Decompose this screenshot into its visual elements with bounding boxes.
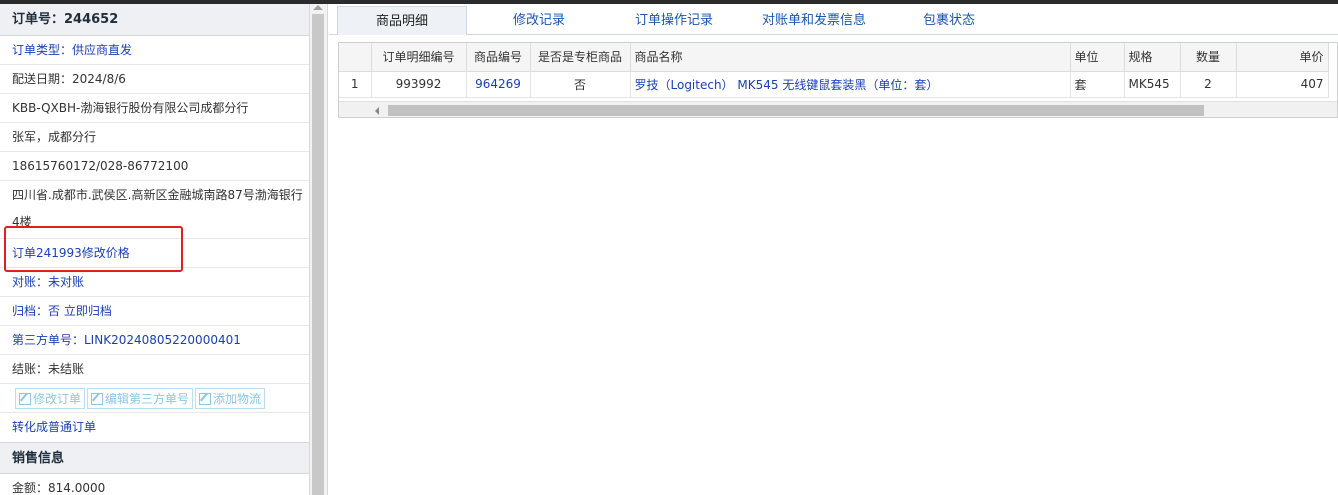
order-type: 订单类型：供应商直发 — [0, 36, 309, 65]
panel-scrollbar[interactable] — [310, 4, 328, 495]
col-header-product-id[interactable]: 商品编号 — [466, 43, 531, 72]
tab-bar: 商品明细 修改记录 订单操作记录 对账单和发票信息 包裹状态 — [329, 4, 1338, 35]
third-party-order-number: 第三方单号：LINK20240805220000401 — [0, 326, 309, 355]
edit-icon — [199, 392, 212, 405]
scroll-left-arrow-icon[interactable] — [375, 107, 379, 115]
col-header-unit-price[interactable]: 单价 — [1236, 43, 1329, 72]
detail-id-cell: 993992 — [371, 71, 467, 98]
order-info-panel: 订单号：244652 订单类型：供应商直发 配送日期：2024/8/6 KBB-… — [0, 4, 310, 495]
product-name-link[interactable]: 罗技（Logitech） MK545 无线键鼠套装黑（单位：套） — [630, 71, 1071, 98]
table-header-row: 订单明细编号 商品编号 是否是专柜商品 商品名称 单位 规格 数量 单价 — [339, 43, 1329, 72]
tab-modify-records[interactable]: 修改记录 — [479, 6, 599, 35]
contact-phone: 18615760172/028-86772100 — [0, 152, 309, 181]
product-grid: 订单明细编号 商品编号 是否是专柜商品 商品名称 单位 规格 数量 单价 1 9… — [338, 42, 1338, 118]
edit-icon — [91, 392, 104, 405]
product-id-link[interactable]: 964269 — [466, 71, 531, 98]
order-number-header: 订单号：244652 — [0, 4, 309, 36]
scroll-up-arrow-icon[interactable] — [313, 5, 323, 10]
scrollbar-thumb[interactable] — [312, 14, 324, 495]
col-header-unit[interactable]: 单位 — [1070, 43, 1125, 72]
tab-package-status[interactable]: 包裹状态 — [899, 6, 999, 35]
col-header-spec[interactable]: 规格 — [1124, 43, 1181, 72]
customer-company: KBB-QXBH-渤海银行股份有限公司成都分行 — [0, 94, 309, 123]
convert-to-normal-order-link[interactable]: 转化成普通订单 — [0, 413, 309, 442]
detail-panel: 商品明细 修改记录 订单操作记录 对账单和发票信息 包裹状态 订单明细编号 商品… — [329, 4, 1338, 495]
spec-cell: MK545 — [1124, 71, 1181, 98]
product-table: 订单明细编号 商品编号 是否是专柜商品 商品名称 单位 规格 数量 单价 1 9… — [339, 43, 1329, 98]
delivery-date: 配送日期：2024/8/6 — [0, 65, 309, 94]
action-buttons: 修改订单 编辑第三方单号 添加物流 — [0, 384, 309, 413]
contact-name: 张军，成都分行 — [0, 123, 309, 152]
col-header-quantity[interactable]: 数量 — [1180, 43, 1237, 72]
horizontal-scrollbar[interactable] — [339, 101, 1337, 117]
sales-info-header: 销售信息 — [0, 442, 309, 474]
sales-amount: 金额：814.0000 — [0, 474, 309, 495]
highlight-box — [4, 226, 183, 272]
col-header-counter-product[interactable]: 是否是专柜商品 — [530, 43, 631, 72]
horizontal-scrollbar-thumb[interactable] — [388, 105, 1204, 116]
archive-status[interactable]: 归档：否 立即归档 — [0, 297, 309, 326]
row-index: 1 — [339, 71, 372, 98]
edit-icon — [19, 392, 31, 405]
table-row[interactable]: 1 993992 964269 否 罗技（Logitech） MK545 无线键… — [339, 71, 1329, 98]
col-header-detail-id[interactable]: 订单明细编号 — [371, 43, 467, 72]
col-header-product-name[interactable]: 商品名称 — [630, 43, 1071, 72]
tab-order-operation-records[interactable]: 订单操作记录 — [614, 6, 734, 35]
quantity-cell: 2 — [1180, 71, 1237, 98]
tab-statement-invoice[interactable]: 对账单和发票信息 — [739, 6, 889, 35]
settlement-status: 结账：未结账 — [0, 355, 309, 384]
col-header-index — [339, 43, 372, 72]
unit-cell: 套 — [1070, 71, 1125, 98]
add-logistics-button[interactable]: 添加物流 — [195, 388, 266, 409]
unit-price-cell: 407 — [1236, 71, 1329, 98]
edit-order-button[interactable]: 修改订单 — [15, 388, 86, 409]
reconcile-status: 对账：未对账 — [0, 268, 309, 297]
tab-product-details[interactable]: 商品明细 — [337, 6, 467, 35]
counter-product-cell: 否 — [530, 71, 631, 98]
edit-third-party-number-button[interactable]: 编辑第三方单号 — [87, 388, 194, 409]
